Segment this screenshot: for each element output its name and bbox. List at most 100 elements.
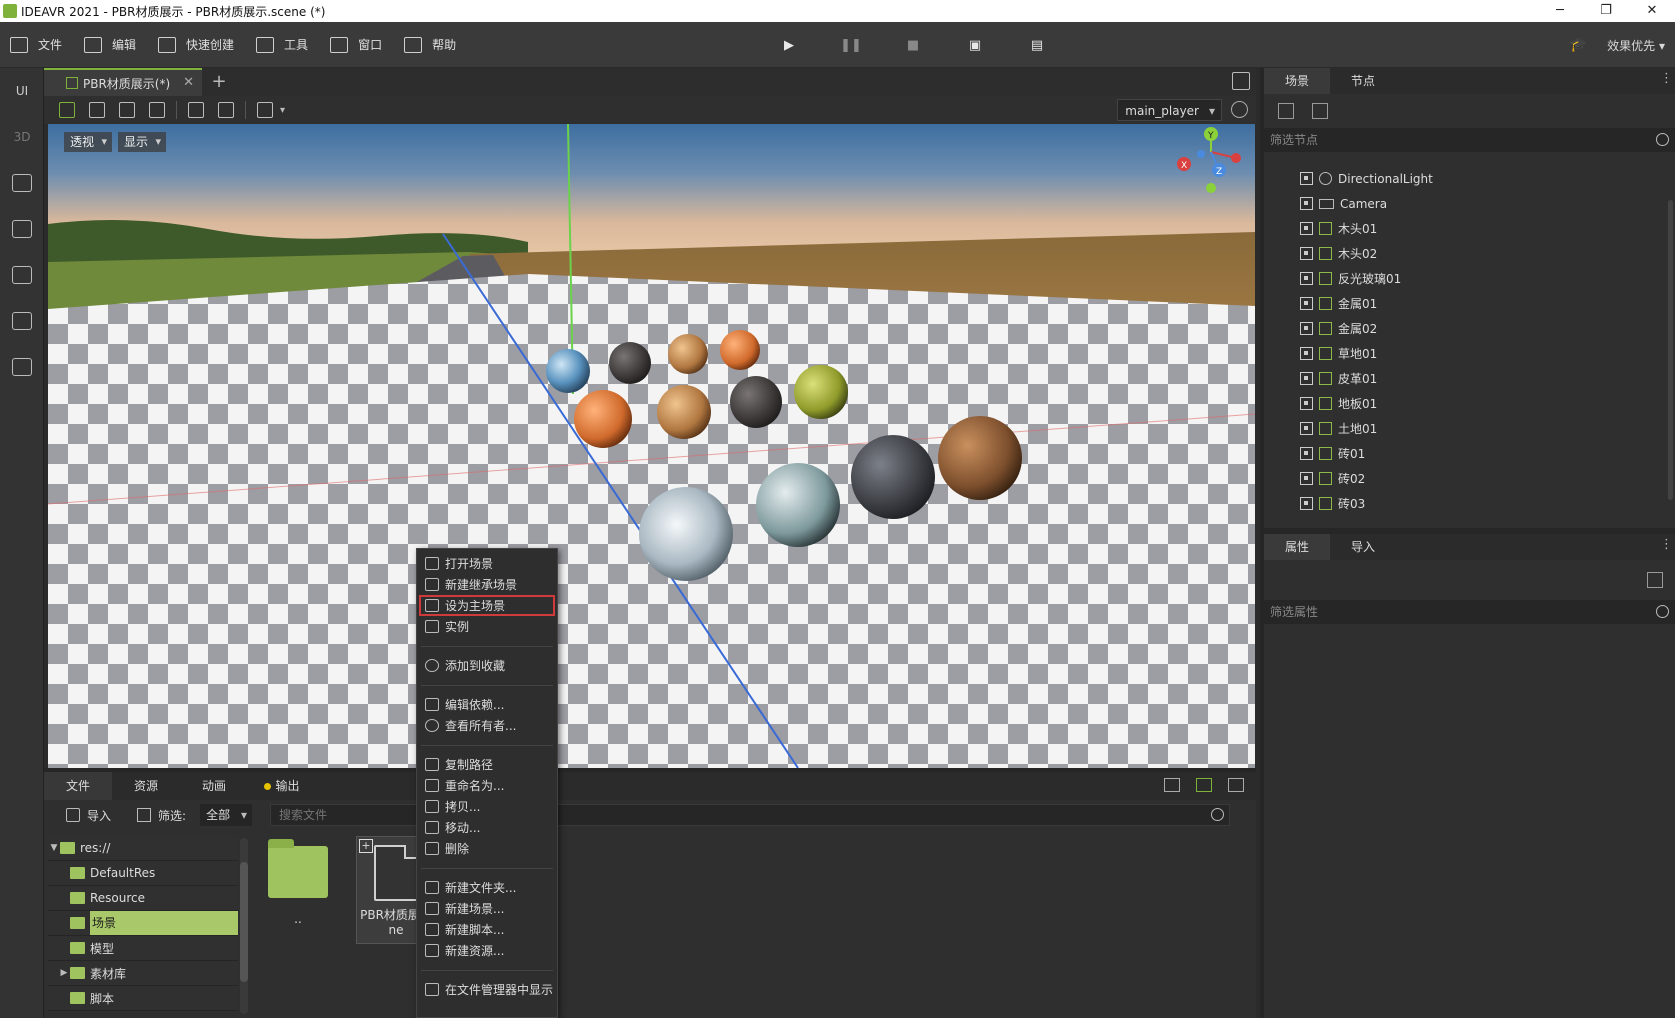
play-custom-scene-icon[interactable]: ▤ — [1006, 38, 1068, 53]
visibility-icon[interactable] — [1300, 247, 1313, 260]
quality-dropdown[interactable]: 效果优先 ▾ — [1607, 37, 1665, 54]
visibility-icon[interactable] — [1300, 297, 1313, 310]
node-filter-input[interactable]: 筛选节点 — [1264, 128, 1675, 152]
more-icon[interactable]: ⋮ — [1660, 537, 1673, 552]
node-soil-01[interactable]: 土地01 — [1264, 416, 1675, 441]
search-icon[interactable] — [1211, 808, 1224, 821]
fullscreen-icon[interactable] — [1232, 72, 1250, 90]
node-floor-01[interactable]: 地板01 — [1264, 391, 1675, 416]
search-files-input[interactable] — [270, 804, 1230, 826]
tree-item-resource[interactable]: Resource — [48, 886, 238, 911]
visibility-icon[interactable] — [1300, 272, 1313, 285]
rotate-tool-icon[interactable] — [119, 102, 135, 118]
stop-button[interactable]: ■ — [882, 38, 944, 53]
node-wood-01[interactable]: 木头01 — [1264, 216, 1675, 241]
add-node-icon[interactable] — [1278, 103, 1294, 119]
node-glass-01[interactable]: 反光玻璃01 — [1264, 266, 1675, 291]
tree-item-models[interactable]: 模型 — [48, 936, 238, 961]
path-tool-button[interactable] — [0, 160, 44, 206]
play-button[interactable]: ▶ — [758, 38, 820, 53]
filter-select[interactable]: 全部 — [200, 804, 253, 826]
visibility-icon[interactable] — [1300, 222, 1313, 235]
node-brick-01[interactable]: 砖01 — [1264, 441, 1675, 466]
visibility-icon[interactable] — [1300, 172, 1313, 185]
menu-edit[interactable]: 编辑 — [74, 22, 148, 68]
ctx-rename[interactable]: 重命名为... — [417, 775, 557, 796]
layout-dropdown-icon[interactable]: ▾ — [280, 105, 285, 116]
tree-scrollbar[interactable] — [240, 838, 248, 1014]
ctx-new-folder[interactable]: 新建文件夹... — [417, 877, 557, 898]
close-button[interactable]: ✕ — [1629, 0, 1675, 22]
tree-item-scene[interactable]: 场景 — [48, 911, 238, 936]
expand-arrow-icon[interactable]: ▼ — [48, 843, 60, 853]
visibility-icon[interactable] — [1300, 497, 1313, 510]
settings-sliders-icon[interactable] — [1647, 572, 1663, 588]
play-scene-icon[interactable]: ▣ — [944, 38, 1006, 53]
import-button[interactable]: 导入 — [66, 807, 111, 824]
tree-item-defaultres[interactable]: DefaultRes — [48, 861, 238, 886]
display-dropdown[interactable]: 显示 — [118, 132, 167, 152]
visibility-icon[interactable] — [1300, 422, 1313, 435]
minimize-button[interactable]: ─ — [1537, 0, 1583, 22]
tab-pbr-scene[interactable]: PBR材质展示(*) ✕ — [44, 68, 202, 96]
ctx-copy-path[interactable]: 复制路径 — [417, 754, 557, 775]
list-view-icon[interactable] — [1164, 778, 1180, 792]
ctx-new-inherited-scene[interactable]: 新建继承场景 — [417, 574, 557, 595]
add-tab-button[interactable]: + — [202, 68, 236, 96]
collapse-icon[interactable] — [1228, 778, 1244, 792]
learn-icon[interactable]: 🎓 — [1570, 37, 1587, 53]
menu-file[interactable]: 文件 — [0, 22, 74, 68]
3d-viewport[interactable]: Y X Z 透视 显示 — [48, 124, 1255, 768]
node-leather-01[interactable]: 皮革01 — [1264, 366, 1675, 391]
menu-window[interactable]: 窗口 — [320, 22, 394, 68]
visibility-icon[interactable] — [1300, 322, 1313, 335]
tab-scene[interactable]: 场景 — [1264, 68, 1330, 94]
file-item-parent[interactable]: .. — [258, 836, 338, 944]
tab-node[interactable]: 节点 — [1330, 68, 1396, 94]
menu-tools[interactable]: 工具 — [246, 22, 320, 68]
ctx-set-main-scene[interactable]: 设为主场景 — [419, 595, 555, 616]
tab-resources[interactable]: 资源 — [112, 772, 180, 800]
node-metal-02[interactable]: 金属02 — [1264, 316, 1675, 341]
scene-tree-scrollbar[interactable] — [1668, 200, 1673, 500]
ctx-open-scene[interactable]: 打开场景 — [417, 553, 557, 574]
perspective-dropdown[interactable]: 透视 — [64, 132, 113, 152]
menu-help[interactable]: 帮助 — [394, 22, 468, 68]
tree-item-res[interactable]: ▼ res:// — [48, 836, 238, 861]
local-space-icon[interactable] — [188, 102, 204, 118]
publish-button[interactable] — [0, 344, 44, 390]
visibility-icon[interactable] — [1300, 397, 1313, 410]
node-brick-03[interactable]: 砖03 — [1264, 491, 1675, 516]
ctx-instance[interactable]: 实例 — [417, 616, 557, 637]
scale-tool-icon[interactable] — [149, 102, 165, 118]
ctx-edit-dependencies[interactable]: 编辑依赖... — [417, 694, 557, 715]
ctx-add-favorite[interactable]: 添加到收藏 — [417, 655, 557, 676]
node-grass-01[interactable]: 草地01 — [1264, 341, 1675, 366]
ctx-new-resource[interactable]: 新建资源... — [417, 940, 557, 961]
asset-library-button[interactable] — [0, 252, 44, 298]
node-metal-01[interactable]: 金属01 — [1264, 291, 1675, 316]
select-tool-icon[interactable] — [59, 102, 75, 118]
tab-close-icon[interactable]: ✕ — [183, 75, 194, 90]
visibility-icon[interactable] — [1300, 472, 1313, 485]
export-button[interactable] — [0, 298, 44, 344]
property-filter-input[interactable]: 筛选属性 — [1264, 600, 1675, 624]
ctx-new-script[interactable]: 新建脚本... — [417, 919, 557, 940]
ctx-view-owners[interactable]: 查看所有者... — [417, 715, 557, 736]
ctx-show-in-explorer[interactable]: 在文件管理器中显示 — [417, 979, 557, 1000]
3d-mode-button[interactable]: 3D — [0, 114, 44, 160]
node-camera[interactable]: Camera — [1264, 191, 1675, 216]
ctx-move[interactable]: 移动... — [417, 817, 557, 838]
visibility-icon[interactable] — [1300, 372, 1313, 385]
node-directional-light[interactable]: DirectionalLight — [1264, 166, 1675, 191]
search-icon[interactable] — [1656, 133, 1669, 146]
tree-item-materials[interactable]: ▶ 素材库 — [48, 961, 238, 986]
node-brick-02[interactable]: 砖02 — [1264, 466, 1675, 491]
ctx-new-scene[interactable]: 新建场景... — [417, 898, 557, 919]
player-select[interactable]: main_player — [1117, 99, 1222, 122]
menu-quick-create[interactable]: 快速创建 — [148, 22, 246, 68]
visibility-icon[interactable] — [1300, 447, 1313, 460]
pause-button[interactable]: ❚❚ — [820, 38, 882, 53]
gear-icon[interactable] — [1231, 101, 1248, 118]
visibility-icon[interactable] — [1300, 347, 1313, 360]
